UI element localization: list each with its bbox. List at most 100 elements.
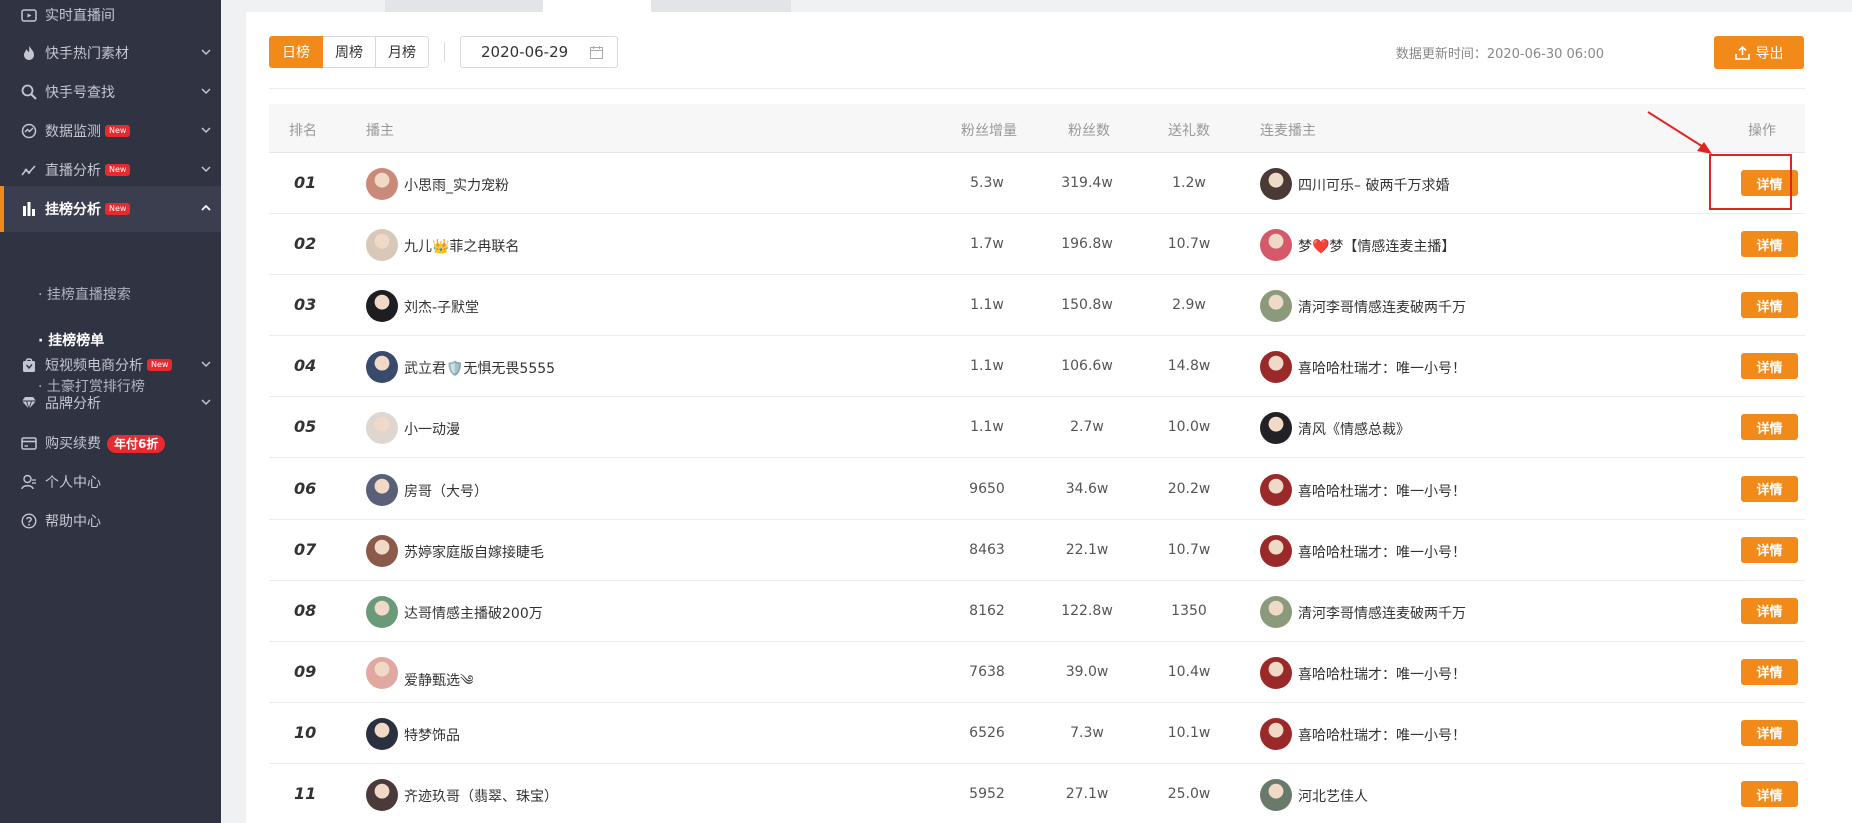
period-day-button[interactable]: 日榜 xyxy=(269,36,323,68)
avatar[interactable] xyxy=(366,168,398,200)
sidebar-item[interactable]: 帮助中心 xyxy=(0,498,221,544)
search-icon xyxy=(20,83,38,101)
sidebar-item-label: 直播分析 New xyxy=(45,160,131,180)
partner-name[interactable]: 喜哈哈杜瑞才：唯一小号！ xyxy=(1298,481,1466,501)
streamer-name[interactable]: 武立君🛡️无惧无畏5555 xyxy=(404,358,555,378)
gift-count: 10.4w xyxy=(1167,663,1211,680)
fan-gain: 5952 xyxy=(969,786,1005,802)
streamer-name[interactable]: 苏婷家庭版自嫁接睫毛 xyxy=(404,542,544,562)
partner-avatar[interactable] xyxy=(1260,168,1292,200)
partner-name[interactable]: 喜哈哈杜瑞才：唯一小号！ xyxy=(1298,542,1466,562)
partner-avatar[interactable] xyxy=(1260,351,1292,384)
partner-name[interactable]: 喜哈哈杜瑞才：唯一小号！ xyxy=(1298,664,1466,684)
avatar[interactable] xyxy=(366,229,398,262)
header-fans: 粉丝数 xyxy=(1068,123,1110,139)
sidebar-item-label: 实时直播间 xyxy=(45,8,115,24)
partner-name[interactable]: 清河李哥情感连麦破两千万 xyxy=(1298,603,1466,623)
gift-count: 10.7w xyxy=(1167,541,1211,558)
sidebar-item-label: 数据监测 New xyxy=(45,121,131,141)
partner-avatar[interactable] xyxy=(1260,229,1292,262)
partner-name[interactable]: 喜哈哈杜瑞才：唯一小号！ xyxy=(1298,358,1466,378)
partner-name[interactable]: 四川可乐– 破两千万求婚 xyxy=(1298,175,1449,195)
detail-button[interactable]: 详情 xyxy=(1741,719,1798,746)
streamer-name[interactable]: 齐迹玖哥（翡翠、珠宝） xyxy=(404,786,558,806)
partner-avatar[interactable] xyxy=(1260,534,1292,567)
partner-avatar[interactable] xyxy=(1260,656,1292,689)
detail-button[interactable]: 详情 xyxy=(1741,597,1798,624)
streamer-name[interactable]: 刘杰-子默堂 xyxy=(404,297,479,317)
table-row: 02 九儿👑菲之冉联名 1.7w 196.8w 10.7w 梦❤️梦【情感连麦主播】 详情 xyxy=(269,214,1805,276)
detail-button[interactable]: 详情 xyxy=(1741,353,1798,380)
fan-count: 22.1w xyxy=(1065,541,1109,558)
partner-avatar[interactable] xyxy=(1260,717,1292,750)
avatar[interactable] xyxy=(366,534,398,567)
partner-name[interactable]: 清河李哥情感连麦破两千万 xyxy=(1298,297,1466,317)
table-row: 06 房哥（大号） 9650 34.6w 20.2w 喜哈哈杜瑞才：唯一小号！ 详情 xyxy=(269,459,1805,520)
top-tab[interactable] xyxy=(385,0,543,12)
partner-avatar[interactable] xyxy=(1260,779,1292,811)
partner-avatar[interactable] xyxy=(1260,412,1292,445)
promo-badge: 年付6折 xyxy=(107,435,166,453)
fan-count: 7.3w xyxy=(1070,724,1104,741)
detail-button[interactable]: 详情 xyxy=(1741,414,1798,441)
header-streamer: 播主 xyxy=(366,123,394,139)
avatar[interactable] xyxy=(366,779,398,811)
partner-name[interactable]: 清风《情感总裁》 xyxy=(1298,419,1410,439)
streamer-name[interactable]: 特梦饰品 xyxy=(404,725,460,745)
streamer-name[interactable]: 房哥（大号） xyxy=(404,481,488,501)
top-tab[interactable] xyxy=(651,0,791,12)
detail-button[interactable]: 详情 xyxy=(1741,475,1798,502)
new-badge: New xyxy=(105,125,131,137)
new-badge: New xyxy=(147,359,173,371)
fan-gain: 1.1w xyxy=(970,419,1004,436)
partner-avatar[interactable] xyxy=(1260,595,1292,628)
rank-number: 03 xyxy=(294,295,317,315)
avatar[interactable] xyxy=(366,351,398,384)
table-row: 05 小一动漫 1.1w 2.7w 10.0w 清风《情感总裁》 详情 xyxy=(269,397,1805,459)
rank-number: 05 xyxy=(294,417,317,437)
date-picker[interactable]: 2020-06-29 xyxy=(460,36,618,68)
streamer-name[interactable]: 小一动漫 xyxy=(404,419,460,439)
gift-count: 2.9w xyxy=(1172,297,1206,314)
divider xyxy=(444,42,445,62)
export-button[interactable]: 导出 xyxy=(1714,36,1804,69)
diamond-icon xyxy=(20,394,38,412)
gift-count: 10.0w xyxy=(1167,419,1211,436)
detail-button[interactable]: 详情 xyxy=(1741,658,1798,685)
period-month-button[interactable]: 月榜 xyxy=(376,36,429,68)
period-week-button[interactable]: 周榜 xyxy=(323,36,376,68)
detail-button[interactable]: 详情 xyxy=(1741,536,1798,563)
fan-count: 150.8w xyxy=(1061,297,1113,314)
fan-count: 196.8w xyxy=(1061,236,1113,253)
partner-name[interactable]: 梦❤️梦【情感连麦主播】 xyxy=(1298,236,1455,256)
avatar[interactable] xyxy=(366,656,398,689)
partner-name[interactable]: 河北艺佳人 xyxy=(1298,786,1368,806)
avatar[interactable] xyxy=(366,412,398,445)
avatar[interactable] xyxy=(366,290,398,323)
detail-button[interactable]: 详情 xyxy=(1741,292,1798,319)
gift-count: 1.2w xyxy=(1172,175,1206,191)
sidebar-subitem-tipping-rank[interactable]: · 土豪打赏排行榜 xyxy=(38,376,145,396)
partner-avatar[interactable] xyxy=(1260,473,1292,506)
partner-name[interactable]: 喜哈哈杜瑞才：唯一小号！ xyxy=(1298,725,1466,745)
table-row: 08 达哥情感主播破200万 8162 122.8w 1350 清河李哥情感连麦破两千万 详… xyxy=(269,581,1805,642)
sidebar-item-label: 个人中心 xyxy=(45,475,101,491)
avatar[interactable] xyxy=(366,473,398,506)
streamer-name[interactable]: 小思雨_实力宠粉 xyxy=(404,175,509,195)
top-tab-active[interactable] xyxy=(543,0,651,12)
partner-avatar[interactable] xyxy=(1260,290,1292,323)
detail-button[interactable]: 详情 xyxy=(1741,231,1798,258)
card-icon xyxy=(20,434,38,452)
streamer-name[interactable]: 达哥情感主播破200万 xyxy=(404,603,543,623)
avatar[interactable] xyxy=(366,717,398,750)
avatar[interactable] xyxy=(366,595,398,628)
sidebar-item[interactable]: 挂榜分析 New xyxy=(0,186,221,232)
sidebar-subitem-search[interactable]: · 挂榜直播搜索 xyxy=(38,284,131,304)
streamer-name[interactable]: 九儿👑菲之冉联名 xyxy=(404,236,519,256)
detail-button[interactable]: 详情 xyxy=(1741,781,1798,807)
streamer-name[interactable]: 爱静甄选༄ xyxy=(404,664,473,704)
rank-number: 08 xyxy=(294,600,317,620)
fan-gain: 1.1w xyxy=(970,297,1004,314)
header-fan-gain: 粉丝增量 xyxy=(961,123,1017,139)
sidebar-subitem-list[interactable]: · 挂榜榜单 xyxy=(38,330,104,350)
